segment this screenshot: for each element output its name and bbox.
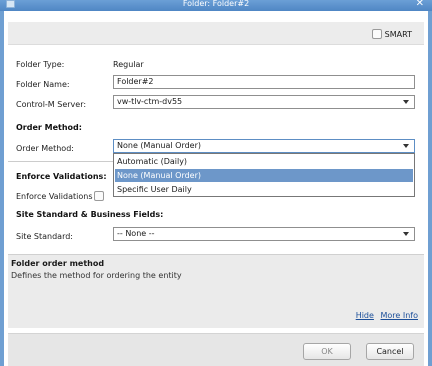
site-standard-label: Site Standard: — [16, 232, 73, 241]
chevron-down-icon[interactable] — [403, 100, 409, 104]
title-bar: Folder: Folder#2 ✕ — [0, 0, 432, 11]
chevron-down-icon[interactable] — [403, 232, 409, 236]
order-method-dropdown: Automatic (Daily) None (Manual Order) Sp… — [113, 153, 415, 197]
dropdown-option-specific-user-daily[interactable]: Specific User Daily — [114, 183, 414, 196]
chevron-down-icon[interactable] — [403, 144, 409, 148]
smart-toggle[interactable]: SMART — [371, 29, 412, 39]
enforce-validations-checkbox[interactable] — [94, 191, 104, 201]
help-links: Hide More Info — [352, 311, 418, 320]
server-select[interactable]: vw-tlv-ctm-dv55 — [113, 95, 415, 109]
dialog-footer: OK Cancel — [8, 333, 424, 366]
help-description: Defines the method for ordering the enti… — [11, 271, 182, 280]
order-method-label: Order Method: — [16, 144, 74, 153]
server-label: Control-M Server: — [16, 100, 87, 109]
folder-name-label: Folder Name: — [16, 80, 70, 89]
window-frame-left — [0, 11, 4, 366]
dropdown-option-none[interactable]: None (Manual Order) — [115, 169, 413, 182]
site-section-title: Site Standard & Business Fields: — [16, 210, 164, 219]
folder-name-input[interactable]: Folder#2 — [113, 75, 415, 89]
order-method-select[interactable]: None (Manual Order) — [113, 139, 415, 153]
server-select-value: vw-tlv-ctm-dv55 — [117, 97, 183, 106]
window-title: Folder: Folder#2 — [182, 0, 250, 8]
folder-type-value: Regular — [113, 60, 144, 69]
cancel-button[interactable]: Cancel — [366, 343, 414, 360]
hide-link[interactable]: Hide — [356, 311, 374, 320]
order-method-select-value: None (Manual Order) — [117, 141, 202, 150]
close-icon[interactable]: ✕ — [416, 0, 424, 9]
window-frame-right — [428, 11, 432, 366]
app-icon — [6, 0, 15, 8]
enforce-validations-label: Enforce Validations — [16, 192, 93, 201]
dropdown-option-automatic[interactable]: Automatic (Daily) — [114, 155, 414, 168]
site-standard-select-value: -- None -- — [117, 229, 155, 238]
smart-label: SMART — [384, 29, 412, 39]
help-title: Folder order method — [11, 259, 105, 268]
ok-button[interactable]: OK — [303, 343, 351, 360]
more-info-link[interactable]: More Info — [380, 311, 418, 320]
section-divider — [8, 161, 113, 162]
toolbar-strip: SMART — [8, 22, 424, 45]
order-method-section-title: Order Method: — [16, 123, 82, 132]
site-standard-select[interactable]: -- None -- — [113, 227, 415, 241]
enforce-section-title: Enforce Validations: — [16, 172, 107, 181]
smart-checkbox[interactable] — [371, 29, 382, 39]
help-panel: Folder order method Defines the method f… — [8, 254, 424, 328]
folder-type-label: Folder Type: — [16, 60, 65, 69]
